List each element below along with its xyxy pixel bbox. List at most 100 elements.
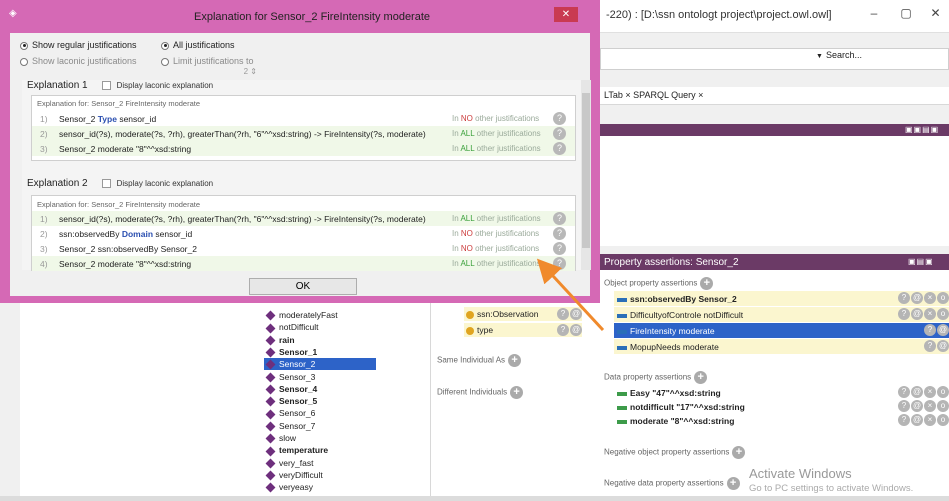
axiom-row[interactable]: 3) Sensor_2 moderate "8"^^xsd:string In AL… xyxy=(32,141,575,156)
help-icon[interactable]: ? xyxy=(924,340,936,352)
help-icon[interactable]: ? xyxy=(553,242,566,255)
help-icon[interactable]: ? xyxy=(557,308,569,320)
add-icon[interactable]: + xyxy=(694,371,708,384)
close-window-button[interactable]: ✕ xyxy=(922,0,949,26)
edit-icon[interactable]: o xyxy=(937,292,949,304)
help-icon[interactable]: ? xyxy=(898,386,910,398)
property-assertions-title: Property assertions: Sensor_2 xyxy=(604,257,739,268)
axiom-text: sensor_id(?s), moderate(?s, ?rh), greate… xyxy=(59,129,426,139)
help-icon[interactable]: ? xyxy=(553,112,566,125)
help-icon[interactable]: ? xyxy=(898,414,910,426)
laconic-checkbox[interactable] xyxy=(101,179,111,189)
help-icon[interactable]: ? xyxy=(553,142,566,155)
edit-icon[interactable]: o xyxy=(937,308,949,320)
individual-item[interactable]: veryeasy xyxy=(264,481,376,493)
chevron-down-icon: ▼ xyxy=(816,53,823,60)
help-icon[interactable]: ? xyxy=(557,324,569,336)
negative-object-section: Negative object property assertions + xyxy=(604,446,746,459)
data-property-row[interactable]: Easy "47"^^xsd:string? @ × o xyxy=(614,385,949,400)
object-property-row[interactable]: MopupNeeds moderate? @ xyxy=(614,339,949,354)
entity-search-bar[interactable] xyxy=(600,48,949,70)
individual-item[interactable]: very_fast xyxy=(264,457,376,469)
panel-window-icons[interactable]: ▣▣▤▣ xyxy=(905,125,939,134)
individual-icon xyxy=(265,409,276,420)
individual-item[interactable]: Sensor_4 xyxy=(264,383,376,395)
annotate-icon[interactable]: @ xyxy=(911,292,923,304)
data-property-row[interactable]: notdifficult "17"^^xsd:string? @ × o xyxy=(614,399,949,414)
individual-item[interactable]: Sensor_6 xyxy=(264,407,376,420)
delete-icon[interactable]: × xyxy=(924,400,936,412)
axiom-row[interactable]: 2) sensor_id(?s), moderate(?s, ?rh), grea… xyxy=(32,126,575,141)
radio-laconic-justifications[interactable]: Show laconic justifications xyxy=(20,56,137,66)
type-row[interactable]: type ? @ xyxy=(464,323,582,337)
add-icon[interactable]: + xyxy=(700,277,714,290)
status-strip xyxy=(0,496,949,501)
tab-sparql-query[interactable]: LTab × SPARQL Query × xyxy=(604,90,703,100)
justification-status: In NO other justifications xyxy=(452,244,540,253)
object-property-row[interactable]: ssn:observedBy Sensor_2? @ × o xyxy=(614,291,949,306)
annotate-icon[interactable]: @ xyxy=(570,308,582,320)
axiom-row[interactable]: 3) Sensor_2 ssn:observedBy Sensor_2 In NO … xyxy=(32,241,575,256)
delete-icon[interactable]: × xyxy=(924,414,936,426)
search-dropdown[interactable]: ▼ Search... xyxy=(816,50,862,60)
help-icon[interactable]: ? xyxy=(898,292,910,304)
delete-icon[interactable]: × xyxy=(924,386,936,398)
data-property-row[interactable]: moderate "8"^^xsd:string? @ × o xyxy=(614,413,949,428)
individual-item[interactable]: Sensor_1 xyxy=(264,346,376,358)
minimize-button[interactable]: – xyxy=(858,0,890,26)
annotate-icon[interactable]: @ xyxy=(911,308,923,320)
annotate-icon[interactable]: @ xyxy=(937,324,949,336)
individual-item[interactable]: Sensor_5 xyxy=(264,395,376,407)
individual-item[interactable]: notDifficult xyxy=(264,321,376,333)
axiom-row[interactable]: 1) sensor_id(?s), moderate(?s, ?rh), grea… xyxy=(32,211,575,226)
add-icon[interactable]: + xyxy=(510,386,524,399)
axiom-row[interactable]: 1) Sensor_2 Type sensor_id In NO other jus… xyxy=(32,111,575,126)
help-icon[interactable]: ? xyxy=(553,257,566,270)
axiom-row[interactable]: 2) ssn:observedBy Domain sensor_id In NO o… xyxy=(32,226,575,241)
panel-window-icons[interactable]: ▣▤▣ xyxy=(908,257,934,266)
help-icon[interactable]: ? xyxy=(898,400,910,412)
edit-icon[interactable]: o xyxy=(937,414,949,426)
add-icon[interactable]: + xyxy=(726,477,740,490)
individual-item[interactable]: Sensor_7 xyxy=(264,420,376,432)
help-icon[interactable]: ? xyxy=(553,212,566,225)
type-row[interactable]: ssn:Observation ? @ xyxy=(464,307,582,321)
ok-button[interactable]: OK xyxy=(249,278,357,295)
object-property-row[interactable]: FireIntensity moderate? @ xyxy=(614,323,949,338)
object-property-row[interactable]: DifficultyofControle notDifficult? @ × o xyxy=(614,307,949,322)
delete-icon[interactable]: × xyxy=(924,308,936,320)
annotate-icon[interactable]: @ xyxy=(937,340,949,352)
help-icon[interactable]: ? xyxy=(553,227,566,240)
individual-item[interactable]: Sensor_2 xyxy=(264,358,376,371)
scrollbar-thumb[interactable] xyxy=(582,93,590,248)
laconic-checkbox[interactable] xyxy=(101,81,111,91)
individual-item[interactable]: rain xyxy=(264,334,376,346)
radio-regular-justifications[interactable]: Show regular justifications xyxy=(20,40,137,50)
add-icon[interactable]: + xyxy=(508,354,522,367)
individual-icon xyxy=(265,310,276,321)
activation-watermark-title: Activate Windows xyxy=(749,466,852,481)
axiom-row[interactable]: 4) Sensor_2 moderate "8"^^xsd:string In AL… xyxy=(32,256,575,271)
help-icon[interactable]: ? xyxy=(898,308,910,320)
edit-icon[interactable]: o xyxy=(937,400,949,412)
help-icon[interactable]: ? xyxy=(924,324,936,336)
limit-spinner[interactable]: 2 ⇕ xyxy=(221,67,257,79)
annotate-icon[interactable]: @ xyxy=(570,324,582,336)
axiom-text: Sensor_2 Type sensor_id xyxy=(59,114,157,124)
delete-icon[interactable]: × xyxy=(924,292,936,304)
radio-all-justifications[interactable]: All justifications xyxy=(161,40,235,50)
individual-item[interactable]: veryDifficult xyxy=(264,469,376,481)
annotate-icon[interactable]: @ xyxy=(911,386,923,398)
edit-icon[interactable]: o xyxy=(937,386,949,398)
individual-item[interactable]: moderatelyFast xyxy=(264,309,376,321)
individual-item[interactable]: temperature xyxy=(264,444,376,456)
dialog-close-button[interactable]: ✕ xyxy=(554,7,578,22)
individual-item[interactable]: Sensor_3 xyxy=(264,371,376,383)
annotate-icon[interactable]: @ xyxy=(911,400,923,412)
individual-item[interactable]: slow xyxy=(264,432,376,444)
help-icon[interactable]: ? xyxy=(553,127,566,140)
annotate-icon[interactable]: @ xyxy=(911,414,923,426)
add-icon[interactable]: + xyxy=(732,446,746,459)
radio-limit-justifications[interactable]: Limit justifications to xyxy=(161,56,254,66)
maximize-button[interactable]: ▢ xyxy=(890,0,922,26)
